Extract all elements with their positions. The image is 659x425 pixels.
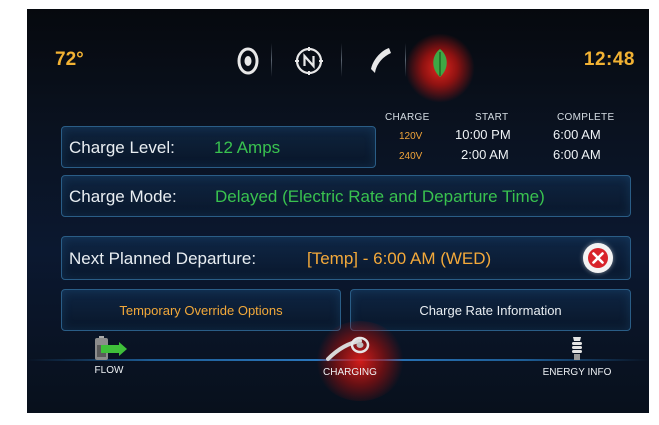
schedule-start-time: 2:00 AM bbox=[461, 147, 509, 162]
close-icon bbox=[588, 248, 608, 268]
clock: 12:48 bbox=[583, 49, 635, 70]
battery-flow-icon bbox=[95, 336, 127, 360]
phone-icon[interactable] bbox=[365, 45, 397, 77]
departure-value: [Temp] - 6:00 AM (WED) bbox=[307, 249, 492, 268]
charge-level-value: 12 Amps bbox=[214, 138, 281, 157]
charge-level-panel[interactable]: Charge Level: 12 Amps bbox=[61, 126, 376, 168]
departure-label: Next Planned Departure: bbox=[69, 249, 257, 268]
charge-mode-value: Delayed (Electric Rate and Departure Tim… bbox=[215, 187, 545, 206]
temporary-override-button[interactable]: Temporary Override Options bbox=[61, 289, 341, 331]
audio-icon[interactable] bbox=[232, 45, 264, 77]
charge-plug-icon bbox=[325, 336, 370, 361]
nav-flow[interactable]: FLOW bbox=[87, 335, 131, 376]
schedule-header-start: START bbox=[475, 112, 509, 123]
charge-mode-label: Charge Mode: bbox=[69, 187, 177, 206]
temperature-readout: 72° bbox=[55, 49, 84, 70]
schedule-voltage: 120V bbox=[399, 131, 423, 142]
schedule-voltage: 240V bbox=[399, 151, 423, 162]
schedule-complete-time: 6:00 AM bbox=[553, 147, 601, 162]
schedule-complete-time: 6:00 AM bbox=[553, 127, 601, 142]
nav-charging[interactable]: CHARGING bbox=[317, 335, 377, 378]
energy-bulb-icon bbox=[572, 337, 582, 360]
status-separator bbox=[341, 43, 342, 77]
infotainment-screen: 72° 12:48 Charge Level: 12 Amps CHARGE S… bbox=[27, 9, 649, 413]
energy-leaf-icon[interactable] bbox=[424, 47, 456, 79]
charge-rate-info-button[interactable]: Charge Rate Information bbox=[350, 289, 631, 331]
navigation-icon[interactable] bbox=[293, 45, 325, 77]
nav-flow-label: FLOW bbox=[94, 365, 124, 376]
override-button-label: Temporary Override Options bbox=[119, 303, 283, 318]
nav-energy-info-label: ENERGY INFO bbox=[542, 367, 612, 378]
clear-departure-button[interactable] bbox=[583, 243, 613, 273]
status-separator bbox=[271, 43, 272, 77]
charge-mode-panel[interactable]: Charge Mode: Delayed (Electric Rate and … bbox=[61, 175, 631, 217]
rate-button-label: Charge Rate Information bbox=[419, 303, 562, 318]
nav-charging-label: CHARGING bbox=[323, 367, 377, 378]
departure-panel[interactable]: Next Planned Departure: [Temp] - 6:00 AM… bbox=[61, 236, 631, 280]
charge-level-label: Charge Level: bbox=[69, 138, 175, 157]
nav-energy-info[interactable]: ENERGY INFO bbox=[539, 335, 615, 378]
schedule-header-charge: CHARGE bbox=[385, 112, 430, 123]
schedule-start-time: 10:00 PM bbox=[455, 127, 511, 142]
schedule-header-complete: COMPLETE bbox=[557, 112, 615, 123]
